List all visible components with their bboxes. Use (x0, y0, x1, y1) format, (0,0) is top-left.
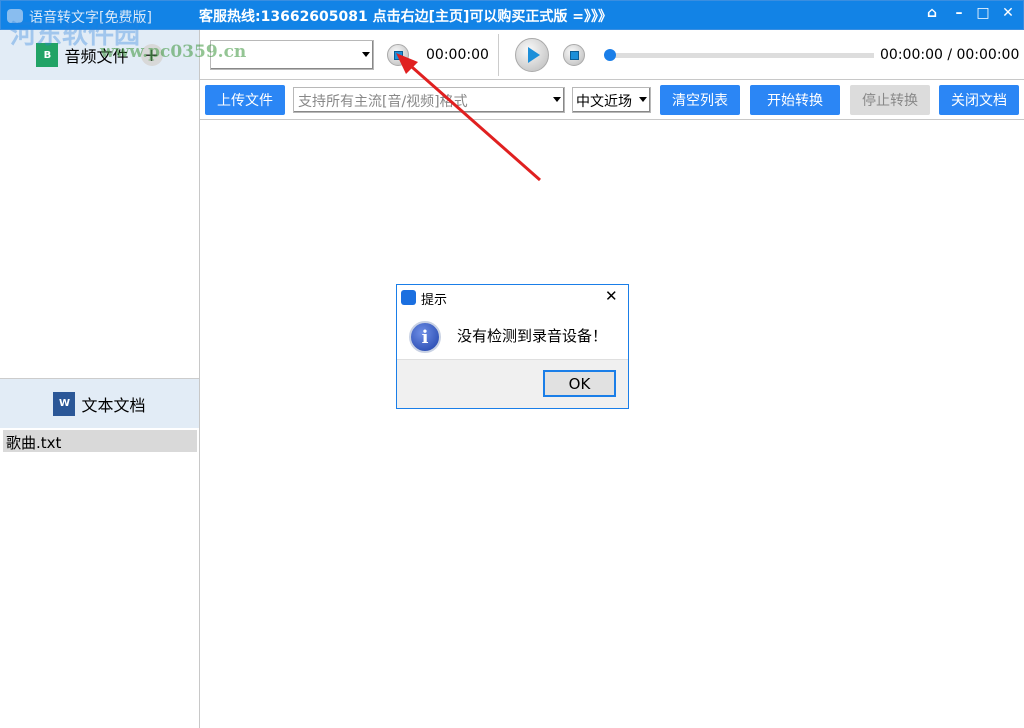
title-bar: 语音转文字[免费版] 客服热线:13662605081 点击右边[主页]可以购买… (0, 0, 1024, 30)
progress-slider-handle[interactable] (604, 49, 616, 61)
stop-button[interactable] (563, 44, 585, 66)
hotline-text: 客服热线:13662605081 点击右边[主页]可以购买正式版 =》》》 (199, 9, 613, 25)
clear-list-button[interactable]: 清空列表 (660, 85, 740, 115)
alert-dialog: 提示 ✕ i 没有检测到录音设备！ OK (396, 284, 629, 409)
app-logo-icon (401, 290, 416, 305)
info-icon: i (409, 321, 441, 353)
red-arrow-annotation (396, 53, 541, 182)
list-item[interactable]: 歌曲.txt (3, 430, 197, 452)
dialog-message: 没有检测到录音设备！ (457, 327, 608, 345)
excel-file-icon: B (36, 43, 59, 67)
ok-button[interactable]: OK (543, 370, 616, 397)
stop-square-icon (569, 50, 579, 60)
text-docs-label: 文本文档 (81, 395, 146, 415)
upload-button[interactable]: 上传文件 (205, 85, 285, 115)
start-convert-button[interactable]: 开始转换 (750, 85, 840, 115)
language-select[interactable]: 中文近场 (572, 87, 651, 113)
close-button[interactable]: ✕ (998, 5, 1018, 21)
app-logo-icon (7, 9, 23, 23)
action-toolbar: 上传文件 支持所有主流[音/视频]格式 中文近场 清空列表 开始转换 停止转换 … (200, 80, 1024, 120)
text-docs-header: W 文本文档 (0, 378, 199, 428)
dialog-close-button[interactable]: ✕ (605, 287, 618, 305)
language-value: 中文近场 (576, 94, 632, 110)
player-toolbar: 00:00:00 00:00:00 / 00:00:00 (200, 30, 1024, 80)
stop-convert-button: 停止转换 (850, 85, 930, 115)
chevron-down-icon (553, 97, 561, 102)
dialog-footer: OK (397, 359, 628, 408)
progress-slider[interactable] (610, 53, 874, 58)
maximize-button[interactable]: □ (973, 5, 993, 21)
dialog-title: 提示 (421, 293, 448, 308)
word-file-icon: W (53, 391, 76, 416)
sidebar: B 音频文件 + W 文本文档 歌曲.txt (0, 30, 200, 728)
chevron-down-icon (639, 97, 647, 102)
minimize-button[interactable]: – (949, 5, 969, 21)
app-title: 语音转文字[免费版] (29, 10, 152, 26)
close-document-button[interactable]: 关闭文档 (939, 85, 1019, 115)
home-icon[interactable]: ⌂ (922, 5, 942, 21)
watermark-url: www.pc0359.cn (100, 42, 247, 62)
chevron-down-icon (362, 52, 370, 57)
time-display: 00:00:00 / 00:00:00 (880, 47, 1020, 63)
